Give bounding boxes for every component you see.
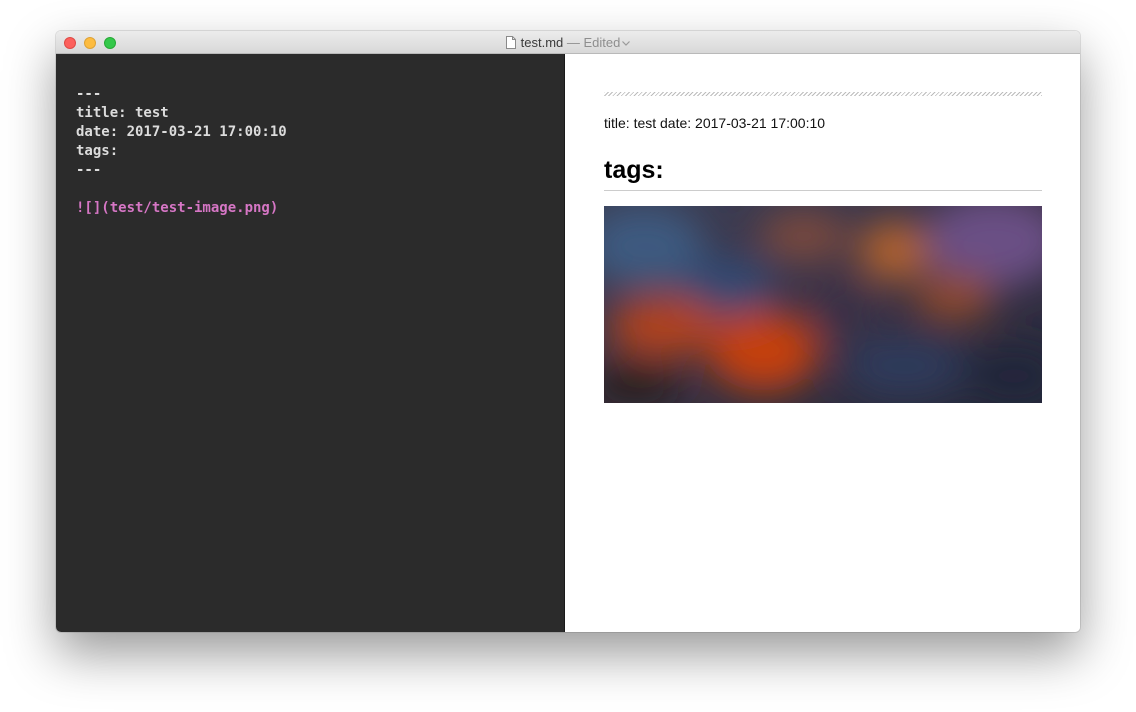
- preview-heading: tags:: [604, 155, 1042, 191]
- markdown-preview: title: test date: 2017-03-21 17:00:10 ta…: [565, 54, 1080, 632]
- title-bar[interactable]: test.md — Edited: [56, 31, 1080, 54]
- markdown-editor[interactable]: --- title: test date: 2017-03-21 17:00:1…: [56, 54, 565, 632]
- window-title[interactable]: test.md — Edited: [56, 35, 1080, 51]
- preview-image: [604, 206, 1042, 403]
- editor-line-tags[interactable]: tags:: [76, 142, 564, 161]
- chevron-down-icon[interactable]: [622, 41, 631, 46]
- title-separator: —: [566, 35, 580, 50]
- filename: test.md: [520, 35, 564, 50]
- document-icon: [505, 36, 516, 49]
- preview-meta-text: title: test date: 2017-03-21 17:00:10: [604, 115, 826, 131]
- app-window: test.md — Edited --- title: test date: 2…: [56, 31, 1080, 632]
- edited-status: Edited: [583, 35, 621, 50]
- editor-line-frontmatter-end[interactable]: ---: [76, 161, 564, 180]
- editor-line-title[interactable]: title: test: [76, 104, 564, 123]
- editor-line-frontmatter-start[interactable]: ---: [76, 85, 564, 104]
- editor-line-date[interactable]: date: 2017-03-21 17:00:10: [76, 123, 564, 142]
- horizontal-rule: [604, 92, 1042, 96]
- editor-line-blank[interactable]: [76, 180, 564, 199]
- editor-line-image-markdown[interactable]: ![](test/test-image.png): [76, 199, 564, 218]
